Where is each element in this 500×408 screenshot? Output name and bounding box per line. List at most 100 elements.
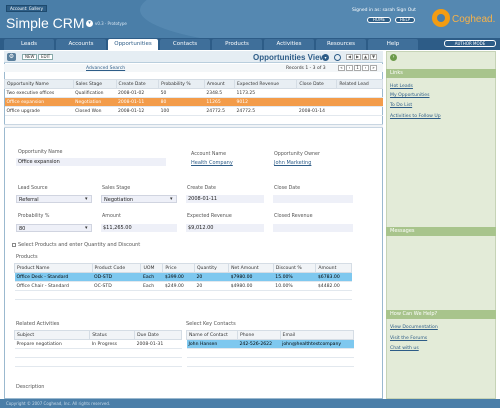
select-products-icon[interactable] [12,243,16,247]
tab-help[interactable]: Help [368,39,418,50]
chevron-down-icon[interactable]: ▾ [170,196,173,202]
table-row[interactable]: Prepare negotiation In Progress 2008-01-… [14,339,182,349]
table-row[interactable] [14,290,352,300]
arrow-right-icon[interactable]: ▶ [354,54,361,60]
account-selector[interactable]: Account: Gallery [6,5,48,12]
column-header[interactable]: Product Code [91,263,142,273]
table-row[interactable] [186,357,354,367]
sidebar-link-documentation[interactable]: View Documentation [390,325,438,330]
arrow-left-icon[interactable]: ◀ [346,54,353,60]
column-header[interactable]: Quantity [193,263,230,273]
signed-in-text[interactable]: Signed in as: sarah Sign Out [352,8,416,13]
account-name-link[interactable]: Health Company [191,160,233,166]
column-header[interactable]: Opportunity Name [4,79,74,89]
tab-products[interactable]: Products [212,39,262,50]
column-header[interactable]: Subject [13,330,91,340]
help-button[interactable]: HELP [395,17,415,23]
select-products-label[interactable]: Select Products and enter Quantity and D… [18,242,140,248]
column-header[interactable]: Price [162,263,195,273]
pane-splitter[interactable] [4,124,383,128]
tab-accounts[interactable]: Accounts [56,39,106,50]
first-page-icon[interactable]: « [338,65,345,71]
column-header[interactable]: Net Amount [228,263,274,273]
table-cell: 15.00% [273,272,316,282]
next-page-icon[interactable]: › [362,65,369,71]
opportunities-grid: Opportunity Name Sales Stage Create Date… [4,79,383,116]
table-row[interactable]: Two executive offices Qualification 2008… [4,88,383,98]
arrow-down-icon[interactable]: ▼ [370,54,377,60]
last-page-icon[interactable]: » [370,65,377,71]
table-row-selected[interactable]: John Hansen 242-526-2622 john@healthtest… [186,339,354,349]
opportunity-name-field[interactable]: Office expansion [16,158,166,166]
column-header[interactable]: Phone [236,330,281,340]
table-row[interactable]: Office upgrade Closed Won 2008-01-12 100… [4,106,383,116]
column-header[interactable]: Related Lead [336,79,383,89]
tab-activities[interactable]: Activities [264,39,314,50]
column-header[interactable]: Create Date [115,79,160,89]
expected-revenue-field[interactable]: $9,012.00 [186,224,264,232]
table-row[interactable]: Office Chair - Standard OC-STD Each $249… [14,281,352,291]
table-cell: 2008-01-02 [116,88,159,98]
gear-icon[interactable]: ⚙ [7,53,16,61]
owner-link[interactable]: John Marketing [274,160,311,166]
closed-revenue-field[interactable] [273,224,353,232]
owner-label: Opportunity Owner [274,152,320,157]
column-header[interactable]: Amount [315,263,352,273]
close-date-field[interactable] [273,195,353,203]
lead-source-select[interactable]: Referral [16,195,92,203]
amount-field[interactable]: $11,265.00 [101,224,177,232]
table-row-selected[interactable]: Office expansion Negotiation 2008-01-11 … [4,97,383,107]
tab-contacts[interactable]: Contacts [160,39,210,50]
lead-source-label: Lead Source [18,186,48,191]
tab-leads[interactable]: Leads [4,39,54,50]
column-header[interactable]: UOM [140,263,164,273]
table-row[interactable] [14,357,182,367]
column-header[interactable]: Discount % [272,263,317,273]
column-header[interactable]: Product Name [14,263,93,273]
sidebar-link-todo[interactable]: To Do List [390,103,412,108]
app-title: Simple CRM [6,15,85,31]
sidebar-link-chat[interactable]: Chat with us [390,346,419,351]
advanced-search-link[interactable]: Advanced Search [86,66,125,71]
probability-label: Probability % [18,214,50,219]
chevron-down-icon[interactable]: ▾ [86,20,93,27]
table-cell: Negotiation [73,97,117,107]
sidebar-link-activities[interactable]: Activities to Follow Up [390,114,441,119]
create-date-field[interactable]: 2008-01-11 [186,195,264,203]
chevron-down-icon[interactable]: ▾ [85,196,88,202]
links-panel-title: Links [386,69,496,78]
prev-page-icon[interactable]: ‹ [346,65,353,71]
sidebar-link-hot-leads[interactable]: Hot Leads [390,84,413,89]
arrow-up-icon[interactable]: ▲ [362,54,369,60]
column-header[interactable]: Sales Stage [72,79,117,89]
table-row-selected[interactable]: Office Desk - Standard OD-STD Each $399.… [14,272,352,282]
edit-button[interactable]: EDIT [38,54,54,60]
probability-select[interactable]: 80 [16,224,92,232]
chevron-down-icon[interactable]: ▾ [85,225,88,231]
column-header[interactable]: Email [279,330,355,340]
column-header[interactable]: Amount [203,79,236,89]
tab-opportunities[interactable]: Opportunities [108,39,158,50]
table-cell: $4980.00 [228,281,274,291]
sidebar-link-forums[interactable]: Visit the Forums [390,336,427,341]
table-row[interactable] [186,348,354,358]
sidebar-link-my-opportunities[interactable]: My Opportunities [390,93,430,98]
home-button[interactable]: HOME [367,17,391,23]
search-icon[interactable] [334,54,341,61]
sales-stage-select[interactable]: Negotiation [101,195,177,203]
column-header[interactable]: Name of Contact [186,330,238,340]
tab-resources[interactable]: Resources [316,39,366,50]
new-button[interactable]: NEW [22,54,38,60]
column-header[interactable]: Expected Revenue [233,79,298,89]
sidebar-toggle-icon[interactable]: › [390,54,397,61]
description-label: Description [16,384,45,390]
column-header[interactable]: Due Date [134,330,182,340]
author-mode-button[interactable]: AUTHOR MODE [444,40,496,47]
column-header[interactable]: Status [89,330,136,340]
table-row[interactable] [14,348,182,358]
messages-panel-title: Messages [386,227,496,236]
column-header[interactable]: Probability % [158,79,205,89]
column-header[interactable]: Close Date [296,79,338,89]
view-dropdown-icon[interactable]: ▾ [322,54,329,61]
sales-stage-label: Sales Stage [102,186,131,191]
